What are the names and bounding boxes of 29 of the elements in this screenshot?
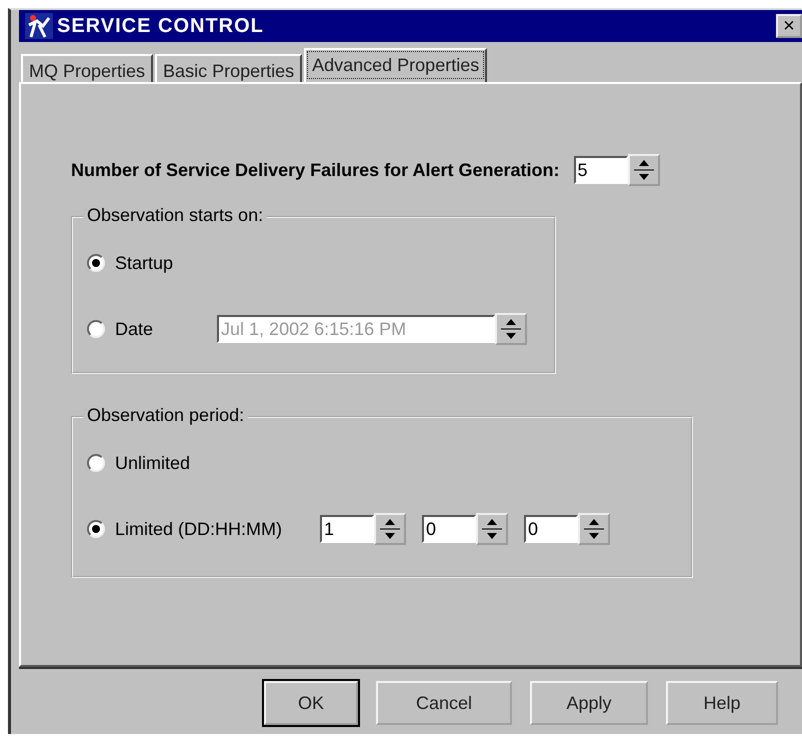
radio-label: Date <box>115 318 154 340</box>
spinner-arrows-icon[interactable] <box>495 313 528 345</box>
spinner-arrows-icon[interactable] <box>374 513 406 545</box>
tab[interactable]: Basic Properties <box>155 54 302 82</box>
radio-label: Startup <box>115 252 174 274</box>
spinner-field[interactable]: 1 <box>320 515 374 543</box>
radio-button[interactable] <box>87 520 105 538</box>
dialog-button[interactable]: Apply <box>530 681 648 725</box>
radio-label: Limited (DD:HH:MM) <box>115 518 282 540</box>
close-button[interactable]: × <box>776 14 802 38</box>
radio-button[interactable] <box>87 320 105 338</box>
radio-button[interactable] <box>87 254 105 272</box>
spinner-field[interactable]: 0 <box>524 515 578 543</box>
tab[interactable]: MQ Properties <box>21 54 154 82</box>
dialog-button[interactable]: Help <box>666 681 778 725</box>
spinner-arrows-icon[interactable] <box>476 513 508 545</box>
spinner-arrows-icon[interactable] <box>628 154 660 186</box>
failures-label: Number of Service Delivery Failures for Alert Generation: <box>71 160 560 180</box>
radio-label: Unlimited <box>115 452 190 474</box>
radio-button[interactable] <box>87 454 105 472</box>
window-title: SERVICE CONTROL <box>57 14 265 38</box>
dialog-button[interactable]: Cancel <box>376 681 512 725</box>
tab[interactable]: Advanced Properties <box>304 48 488 82</box>
spinner-field[interactable]: 0 <box>422 515 476 543</box>
app-logo-icon <box>25 13 53 39</box>
spinner-field[interactable]: 5 <box>574 156 628 184</box>
group-title: Observation period: <box>83 405 248 426</box>
spinner-arrows-icon[interactable] <box>578 513 610 545</box>
dialog-button[interactable]: OK <box>264 681 358 725</box>
